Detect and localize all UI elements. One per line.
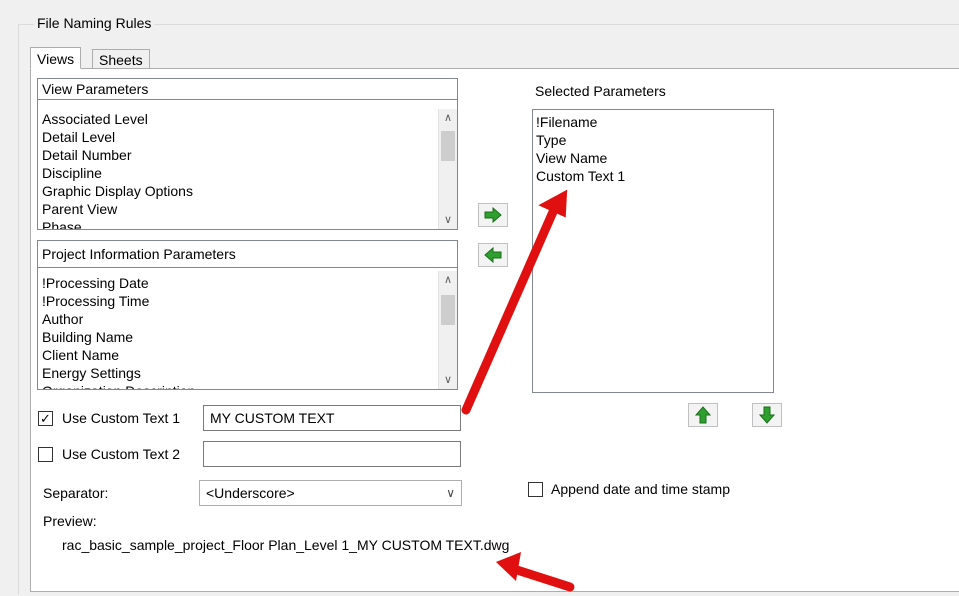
tab-views[interactable]: Views [30,47,82,69]
annotation-arrows [461,189,575,592]
annotation-arrow-icon [461,189,568,415]
annotation-arrow-icon [496,552,575,592]
